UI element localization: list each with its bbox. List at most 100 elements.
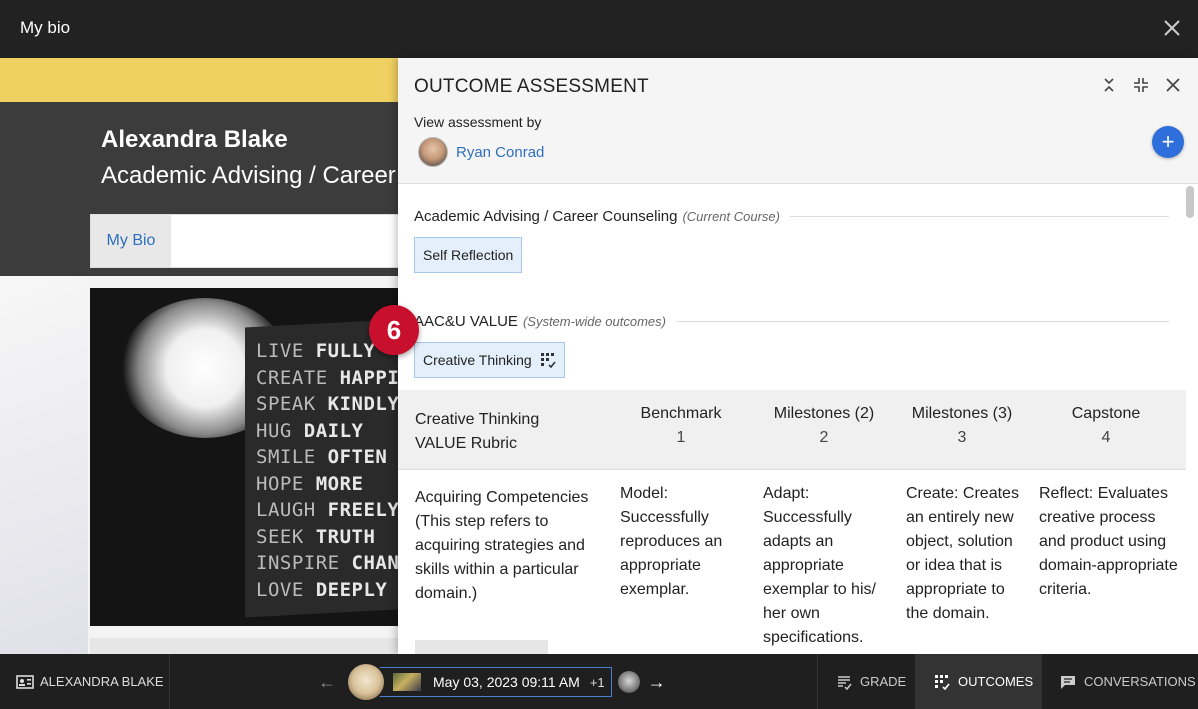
window-title: My bio (20, 18, 71, 37)
level-label: Capstone (1071, 405, 1141, 422)
section-divider (790, 216, 1169, 217)
quote-line: SPEAK KINDLY (256, 391, 400, 418)
outcome-chip-self-reflection[interactable]: Self Reflection (414, 237, 523, 273)
add-assessment-button[interactable]: + (1152, 126, 1184, 158)
minimize-icon[interactable] (1132, 76, 1150, 94)
rubric-icon (540, 353, 556, 368)
conversations-icon (1061, 675, 1075, 689)
previous-arrow-icon[interactable]: ← (318, 672, 340, 693)
quote-line: CREATE HAPPIN (256, 365, 400, 392)
close-panel-icon[interactable] (1164, 76, 1182, 94)
next-arrow-icon[interactable]: → (648, 672, 670, 693)
attempt-date: May 03, 2023 09:11 AM (433, 674, 580, 690)
quote-line: LAUGH FREELY (256, 497, 400, 524)
criterion-action-button[interactable] (415, 640, 548, 654)
quote-line: LOVE DEEPLY (256, 577, 400, 604)
outcomes-icon (935, 674, 950, 690)
student-name: ALEXANDRA BLAKE (40, 674, 164, 689)
level-label: Milestones (3) (911, 405, 1013, 422)
outcome-chip-creative-thinking[interactable]: Creative Thinking (414, 342, 565, 378)
quote-word: FULLY (315, 340, 376, 362)
course-outcomes-section: Academic Advising / Career Counseling (C… (414, 208, 1169, 273)
quote-word: TRUTH (315, 525, 376, 548)
panel-title: OUTCOME ASSESSMENT (414, 76, 649, 97)
quote-word: LAUGH (256, 499, 328, 521)
level-number: 3 (957, 429, 967, 446)
section-subtitle: (System-wide outcomes) (522, 314, 666, 329)
rubric-cell-4[interactable]: Reflect: Evaluates creative process and … (1039, 482, 1181, 602)
quote-word: SMILE (256, 446, 328, 468)
system-outcomes-section: AAC&U VALUE (System-wide outcomes) Creat… (414, 313, 1169, 378)
panel-scrollbar[interactable] (1186, 186, 1194, 218)
rubric-cell-1[interactable]: Model: Successfully reproduces an approp… (620, 482, 735, 602)
attempt-selector[interactable]: May 03, 2023 09:11 AM +1 (378, 667, 612, 697)
quote-word: HAPPIN (339, 366, 400, 389)
section-divider (675, 321, 1169, 322)
quote-word: MORE (315, 472, 364, 495)
assessor-avatar[interactable] (418, 137, 448, 167)
rubric-header: Creative Thinking VALUE Rubric Benchmark… (398, 390, 1186, 470)
outcome-assessment-panel: OUTCOME ASSESSMENT View assessment by Ry… (398, 58, 1198, 654)
chip-label: Creative Thinking (423, 352, 532, 368)
quote-line: HOPE MORE (256, 471, 400, 498)
level-label: Benchmark (640, 405, 722, 422)
rubric-level-1: Benchmark 1 (636, 402, 726, 450)
tab-grade[interactable]: GRADE (817, 654, 915, 709)
quote-word: HOPE (256, 472, 316, 495)
student-avatar[interactable] (346, 662, 386, 702)
tab-label: GRADE (860, 674, 907, 689)
photo-quote: LIVE FULLYCREATE HAPPINSPEAK KINDLYHUG D… (256, 338, 400, 603)
next-student-avatar[interactable] (617, 671, 640, 693)
level-number: 2 (819, 429, 829, 446)
background-decoration (0, 276, 88, 654)
chip-label: Self Reflection (423, 247, 514, 263)
bio-card-footer (90, 638, 400, 654)
quote-word: SPEAK (256, 393, 328, 415)
quote-word: CHANG (351, 552, 400, 574)
section-title: Academic Advising / Career Counseling (414, 208, 678, 225)
view-assessment-label: View assessment by (414, 114, 542, 130)
quote-word: KINDLY (327, 393, 400, 415)
quote-line: HUG DAILY (256, 418, 400, 445)
quote-word: HUG (256, 419, 304, 442)
student-selector[interactable]: ALEXANDRA BLAKE (0, 654, 170, 709)
tab-outcomes[interactable]: OUTCOMES (915, 654, 1041, 709)
level-number: 1 (676, 429, 686, 446)
quote-line: SEEK TRUTH (256, 524, 400, 551)
grader-bottom-bar: ALEXANDRA BLAKE ← May 03, 2023 09:11 AM … (0, 654, 1198, 709)
quote-word: DEEPLY (315, 578, 388, 601)
attempt-thumbnail (393, 673, 421, 691)
tab-label: CONVERSATIONS (1084, 674, 1196, 689)
attempt-navigator: ← May 03, 2023 09:11 AM +1 → (318, 662, 670, 702)
student-card-icon (16, 674, 34, 689)
collapse-icon[interactable] (1100, 76, 1118, 94)
bio-photo: LIVE FULLYCREATE HAPPINSPEAK KINDLYHUG D… (90, 288, 400, 626)
quote-word: LOVE (256, 578, 316, 601)
quote-word: DAILY (303, 419, 364, 442)
window-titlebar: My bio (0, 0, 1198, 58)
quote-word: SEEK (256, 525, 316, 548)
rubric-cell-3[interactable]: Create: Creates an entirely new object, … (906, 482, 1031, 626)
section-subtitle: (Current Course) (682, 209, 780, 224)
panel-controls (1100, 76, 1182, 94)
tab-my-bio[interactable]: My Bio (91, 215, 171, 267)
assessor-name-link[interactable]: Ryan Conrad (456, 144, 544, 161)
rubric-level-2: Milestones (2) 2 (764, 402, 884, 450)
panel-header: OUTCOME ASSESSMENT View assessment by Ry… (398, 58, 1198, 184)
tab-label: OUTCOMES (958, 674, 1034, 689)
profile-name: Alexandra Blake (101, 126, 288, 153)
section-heading: Academic Advising / Career Counseling (C… (414, 208, 1169, 225)
quote-word: CREATE (256, 366, 340, 389)
rubric-cell-2[interactable]: Adapt: Successfully adapts an appropriat… (763, 482, 893, 650)
quote-word: LIVE (256, 340, 316, 362)
rubric-criterion: Acquiring Competencies (This step refers… (415, 489, 589, 602)
step-badge: 6 (369, 305, 419, 355)
quote-word: OFTEN (327, 446, 388, 468)
profile-tabs: My Bio (90, 214, 410, 268)
quote-line: INSPIRE CHANG (256, 550, 400, 577)
section-title: AAC&U VALUE (414, 313, 518, 330)
close-window-icon[interactable] (1160, 16, 1184, 40)
quote-word: INSPIRE (256, 552, 352, 574)
tab-conversations[interactable]: CONVERSATIONS (1041, 654, 1198, 709)
level-number: 4 (1101, 429, 1111, 446)
